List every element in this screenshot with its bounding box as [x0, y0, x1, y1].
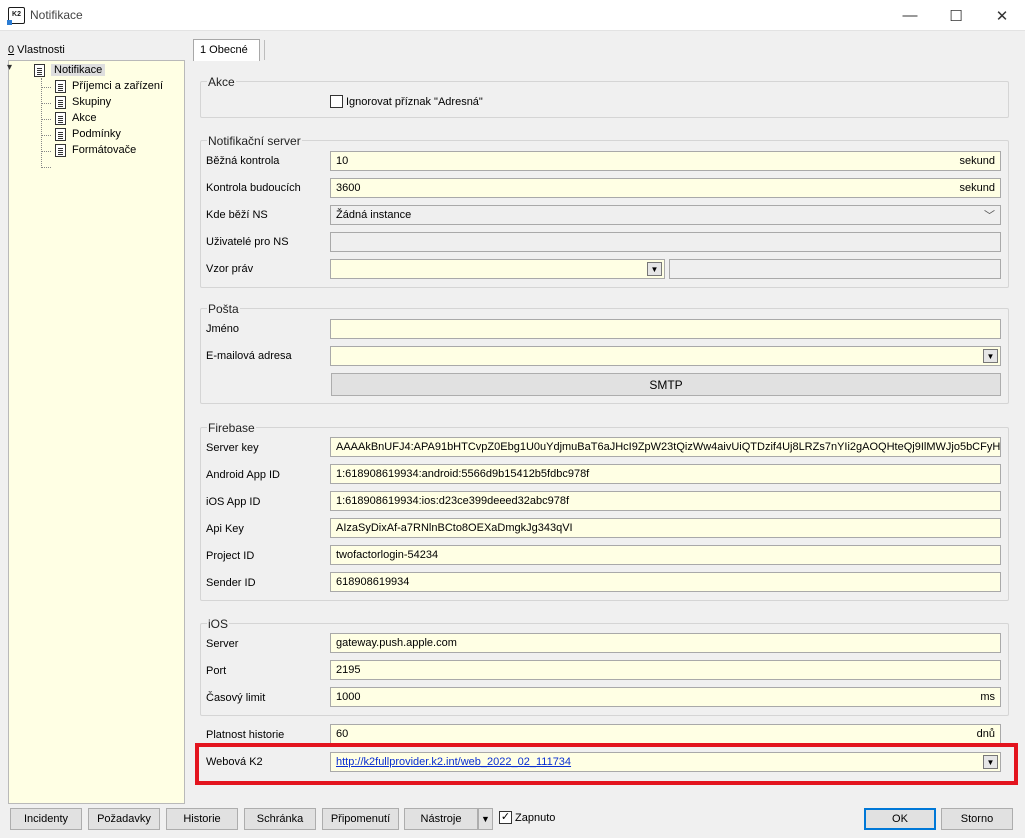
server-key-label: Server key [206, 442, 259, 454]
storno-button[interactable]: Storno [941, 808, 1013, 830]
ios-app-id-field[interactable]: 1:618908619934:ios:d23ce399deeed32abc978… [330, 491, 1001, 511]
tree-item-formatovace[interactable]: Formátovače [55, 142, 136, 158]
casovy-limit-field[interactable]: 1000 ms [330, 687, 1001, 707]
kontrola-budoucich-field[interactable]: 3600 sekund [330, 178, 1001, 198]
document-icon [34, 63, 45, 77]
project-id-field[interactable]: twofactorlogin-54234 [330, 545, 1001, 565]
smtp-button[interactable]: SMTP [331, 373, 1001, 396]
tree-item-skupiny[interactable]: Skupiny [55, 94, 111, 110]
properties-tree[interactable] [8, 60, 185, 804]
document-icon [55, 127, 66, 141]
nastroje-button[interactable]: Nástroje [404, 808, 478, 830]
ios-server-label: Server [206, 638, 239, 650]
k2-app-icon: K2 [7, 7, 25, 25]
bezna-kontrola-field[interactable]: 10 sekund [330, 151, 1001, 171]
document-icon [55, 143, 66, 157]
vzor-prav-combo[interactable]: ▼ [330, 259, 665, 279]
vzor-prav-label: Vzor práv [206, 263, 254, 275]
schranka-button[interactable]: Schránka [244, 808, 316, 830]
tree-item-akce[interactable]: Akce [55, 110, 96, 126]
tab-obecne[interactable]: 1 Obecné [193, 39, 260, 61]
ios-server-field[interactable]: gateway.push.apple.com [330, 633, 1001, 653]
historie-button[interactable]: Historie [166, 808, 238, 830]
ios-group-title: iOS [207, 617, 230, 631]
zapnuto-checkbox[interactable]: ✓ Zapnuto [499, 811, 555, 824]
vzor-prav-extra-field [669, 259, 1001, 279]
email-combo[interactable]: ▼ [330, 346, 1001, 366]
android-app-id-field[interactable]: 1:618908619934:android:5566d9b15412b5fdb… [330, 464, 1001, 484]
dropdown-arrow-icon: ▼ [481, 814, 490, 824]
document-icon [55, 111, 66, 125]
dropdown-arrow-icon[interactable]: ▼ [983, 349, 998, 363]
highlight-box [195, 743, 1018, 785]
project-id-label: Project ID [206, 550, 255, 562]
kde-bezi-ns-select[interactable]: Žádná instance ﹀ [330, 205, 1001, 225]
uzivatele-ns-field[interactable] [330, 232, 1001, 252]
api-key-label: Api Key [206, 523, 244, 535]
chevron-down-icon[interactable]: ▾ [7, 62, 12, 73]
email-label: E-mailová adresa [206, 350, 292, 362]
properties-label: 0 Vlastnosti [8, 44, 65, 56]
close-button[interactable]: ✕ [979, 0, 1025, 31]
casovy-limit-label: Časový limit [206, 692, 266, 704]
akce-group-title: Akce [207, 75, 236, 89]
tree-item-podminky[interactable]: Podmínky [55, 126, 121, 142]
firebase-group-title: Firebase [207, 421, 256, 435]
uzivatele-ns-label: Uživatelé pro NS [206, 236, 289, 248]
platnost-historie-label: Platnost historie [206, 729, 285, 741]
ignore-adresna-checkbox[interactable]: Ignorovat příznak "Adresná" [330, 95, 483, 108]
ns-group-title: Notifikační server [207, 134, 302, 148]
tree-guide-line [41, 78, 42, 152]
sender-id-field[interactable]: 618908619934 [330, 572, 1001, 592]
ios-port-field[interactable]: 2195 [330, 660, 1001, 680]
chevron-down-icon: ﹀ [984, 210, 995, 222]
dropdown-arrow-icon[interactable]: ▼ [647, 262, 662, 276]
checkmark-icon[interactable]: ✓ [499, 811, 512, 824]
ios-port-label: Port [206, 665, 227, 677]
minimize-button[interactable]: — [887, 0, 933, 31]
incidenty-button[interactable]: Incidenty [10, 808, 82, 830]
document-icon [55, 95, 66, 109]
title-bar [0, 0, 1025, 31]
nastroje-dropdown-button[interactable]: ▼ [478, 808, 493, 830]
kontrola-budoucich-label: Kontrola budoucích [206, 182, 301, 194]
checkbox-box[interactable] [330, 95, 343, 108]
jmeno-label: Jméno [206, 323, 240, 335]
api-key-field[interactable]: AIzaSyDixAf-a7RNlnBCto8OEXaDmgkJg343qVI [330, 518, 1001, 538]
tree-item-prijemci[interactable]: Příjemci a zařízení [55, 78, 163, 94]
ios-app-id-label: iOS App ID [206, 496, 261, 508]
tab-separator [264, 40, 265, 60]
posta-group-title: Pošta [207, 302, 240, 316]
maximize-button[interactable]: ☐ [933, 0, 979, 31]
tree-item-notifikace[interactable]: Notifikace [34, 62, 106, 78]
window-title: Notifikace [30, 8, 83, 22]
kde-bezi-ns-label: Kde běží NS [206, 209, 268, 221]
platnost-historie-field[interactable]: 60 dnů [330, 724, 1001, 744]
android-app-id-label: Android App ID [206, 469, 280, 481]
akce-group [200, 81, 1009, 118]
ok-button[interactable]: OK [864, 808, 936, 830]
pozadavky-button[interactable]: Požadavky [88, 808, 160, 830]
server-key-field[interactable]: AAAAkBnUFJ4:APA91bHTCvpZ0Ebg1U0uYdjmuBaT… [330, 437, 1001, 457]
bezna-kontrola-label: Běžná kontrola [206, 155, 280, 167]
sender-id-label: Sender ID [206, 577, 256, 589]
jmeno-field[interactable] [330, 319, 1001, 339]
document-icon [55, 79, 66, 93]
pripomenuti-button[interactable]: Připomenutí [322, 808, 399, 830]
